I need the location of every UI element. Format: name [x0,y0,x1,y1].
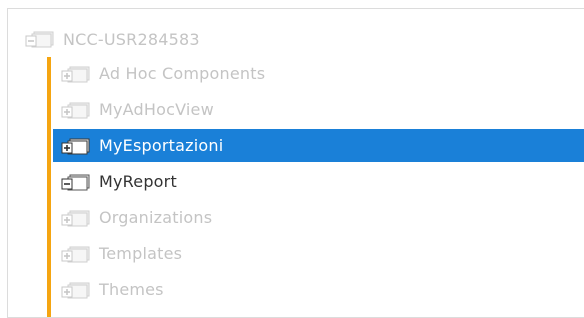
tree-panel [7,8,584,318]
tree-item-label: Themes [99,280,164,299]
tree-item[interactable]: Ad Hoc Components [53,57,584,90]
tree-item-label: MyAdHocView [99,100,214,119]
plus-folder-icon[interactable] [61,65,91,83]
tree-item[interactable]: Themes [53,273,584,306]
tree-root-label: NCC-USR284583 [63,29,200,49]
tree-item-label: Ad Hoc Components [99,64,266,83]
minus-folder-icon[interactable] [61,173,91,191]
tree-root[interactable]: NCC-USR284583 [25,27,200,51]
tree-item[interactable]: MyEsportazioni [53,129,584,162]
plus-folder-icon[interactable] [61,101,91,119]
tree-item[interactable]: MyReport [53,165,584,198]
plus-folder-icon[interactable] [61,245,91,263]
tree-item-label: Organizations [99,208,213,227]
plus-folder-icon[interactable] [61,281,91,299]
plus-folder-icon[interactable] [61,137,91,155]
plus-folder-icon[interactable] [61,209,91,227]
minus-folder-icon[interactable] [25,30,55,48]
tree-item[interactable]: Organizations [53,201,584,234]
tree-item-label: MyReport [99,172,177,191]
tree-item[interactable]: MyAdHocView [53,93,584,126]
tree-item-label: MyEsportazioni [99,136,224,155]
tree-item[interactable]: Templates [53,237,584,270]
tree-item-label: Templates [99,244,183,263]
tree-guide-line [47,57,51,317]
